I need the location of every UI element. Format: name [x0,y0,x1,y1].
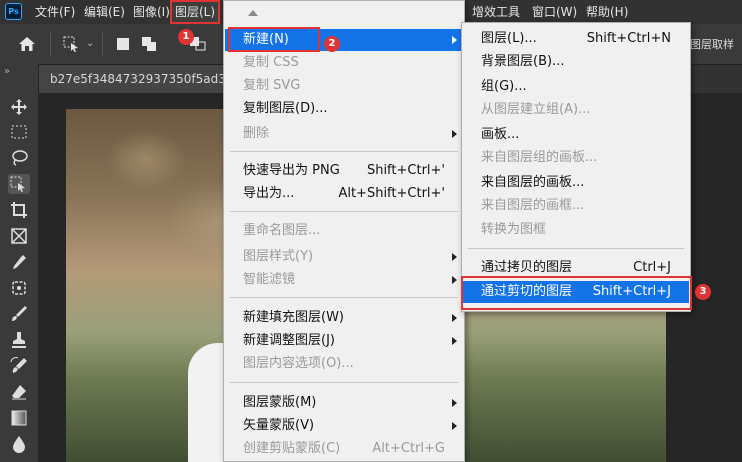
step-badge-2: 2 [324,36,340,52]
selection-tool-preset-icon[interactable] [63,36,79,52]
menu-item-export-as[interactable]: 导出为... Alt+Shift+Ctrl+' [225,183,463,205]
submenu-arrow-icon [452,130,457,138]
submenu-item-convert-to-frame[interactable]: 转换为图框 [463,219,689,241]
submenu-arrow-icon [452,337,457,345]
menu-item-new-fill-layer[interactable]: 新建填充图层(W) [225,307,463,329]
history-brush-tool-icon[interactable] [9,356,29,376]
menu-separator [230,211,458,212]
menu-item-rename-layer[interactable]: 重命名图层... [225,220,463,242]
menu-item-smart-filter[interactable]: 智能滤镜 [225,269,463,291]
menu-item-layer-content-options[interactable]: 图层内容选项(O)... [225,353,463,375]
lasso-tool-icon[interactable] [9,148,29,168]
layer-menu-dropdown: 新建(N) 复制 CSS 复制 SVG 复制图层(D)... 删除 快速导出为 … [223,0,465,462]
scroll-up-icon[interactable] [248,10,258,16]
highlight-box-new [228,27,320,52]
submenu-item-frame-from-layers[interactable]: 来自图层的画框... [463,195,689,217]
chevron-down-icon[interactable]: ⌄ [86,38,94,49]
document-tab[interactable]: b27e5f3484732937350f5ad30 [38,65,238,93]
menu-item-copy-svg[interactable]: 复制 SVG [225,75,463,97]
menu-item-duplicate-layer[interactable]: 复制图层(D)... [225,98,463,120]
submenu-item-artboard-from-group[interactable]: 来自图层组的画板... [463,147,689,169]
marquee-tool-icon[interactable] [9,122,29,142]
blur-tool-icon[interactable] [9,434,29,454]
eraser-tool-icon[interactable] [9,382,29,402]
menu-file[interactable]: 文件(F) [35,0,75,24]
submenu-item-background-layer[interactable]: 背景图层(B)... [463,51,689,73]
frame-tool-icon[interactable] [9,226,29,246]
submenu-arrow-icon [452,276,457,284]
options-divider [50,32,51,56]
menu-item-quick-export-png[interactable]: 快速导出为 PNG Shift+Ctrl+' [225,160,463,182]
menu-item-delete[interactable]: 删除 [225,123,463,145]
menu-item-layer-mask[interactable]: 图层蒙版(M) [225,392,463,414]
menu-layer[interactable]: 图层(L) [170,0,221,24]
step-badge-1: 1 [178,29,194,45]
submenu-arrow-icon [452,253,457,261]
add-to-selection-icon[interactable] [142,37,156,51]
menu-item-layer-style[interactable]: 图层样式(Y) [225,246,463,268]
submenu-item-artboard-from-layers[interactable]: 来自图层的画板... [463,172,689,194]
object-selection-tool-icon[interactable] [8,174,30,194]
submenu-arrow-icon [452,399,457,407]
new-submenu-dropdown: 图层(L)... Shift+Ctrl+N 背景图层(B)... 组(G)...… [461,22,691,312]
menu-item-create-clipping-mask[interactable]: 创建剪贴蒙版(C) Alt+Ctrl+G [225,438,463,460]
spot-healing-tool-icon[interactable] [9,278,29,298]
menu-separator [230,382,458,383]
menu-item-copy-css[interactable]: 复制 CSS [225,52,463,74]
new-selection-icon[interactable] [117,38,129,50]
menu-separator [230,151,458,152]
submenu-item-group[interactable]: 组(G)... [463,76,689,98]
menu-separator [230,297,458,298]
menu-image[interactable]: 图像(I) [133,0,170,24]
highlight-box-layer-via-cut [461,276,692,310]
clone-stamp-tool-icon[interactable] [9,330,29,350]
gradient-tool-icon[interactable] [9,408,29,428]
menu-item-vector-mask[interactable]: 矢量蒙版(V) [225,415,463,437]
eyedropper-tool-icon[interactable] [9,252,29,272]
home-icon[interactable] [18,36,36,52]
menu-edit[interactable]: 编辑(E) [84,0,125,24]
submenu-item-group-from-layers[interactable]: 从图层建立组(A)... [463,99,689,121]
submenu-arrow-icon [452,422,457,430]
collapse-icon[interactable]: » [4,66,10,77]
options-divider [102,32,103,56]
crop-tool-icon[interactable] [9,200,29,220]
menu-item-new-adjustment-layer[interactable]: 新建调整图层(J) [225,330,463,352]
photoshop-logo-icon: Ps [5,3,22,20]
menu-window[interactable]: 窗口(W) [532,0,577,24]
layer-sample-label: 图层取样 [690,30,742,60]
menu-plugins[interactable]: 增效工具 [472,0,520,24]
menu-separator [468,248,684,249]
move-tool-icon[interactable] [9,97,29,117]
submenu-arrow-icon [452,36,457,44]
submenu-arrow-icon [452,314,457,322]
brush-tool-icon[interactable] [9,304,29,324]
submenu-item-layer[interactable]: 图层(L)... Shift+Ctrl+N [463,28,689,50]
submenu-item-artboard[interactable]: 画板... [463,124,689,146]
tools-panel: » [0,64,39,462]
menu-help[interactable]: 帮助(H) [586,0,628,24]
step-badge-3: 3 [695,284,711,300]
